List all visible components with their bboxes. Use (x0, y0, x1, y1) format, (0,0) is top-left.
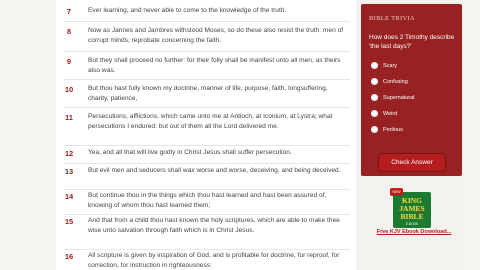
scripture-panel: 7 Ever learning, and never able to come … (56, 0, 356, 270)
verse-number[interactable]: 11 (56, 113, 82, 122)
bible-trivia-widget: BIBLE TRIVIA How does 2 Timothy describe… (361, 4, 462, 176)
option-label: Supernatural (383, 95, 415, 101)
verse-number[interactable]: 16 (56, 252, 82, 261)
book-subtitle: E-BOOK (405, 222, 419, 226)
verse-text: And that from a child thou hast known th… (88, 217, 340, 234)
verse-number[interactable]: 8 (56, 27, 82, 36)
verse-text: But thou hast fully known my doctrine, m… (88, 85, 328, 102)
radio-button[interactable] (371, 126, 378, 133)
option-label: Scary (383, 63, 398, 69)
option-label: Weird (383, 111, 398, 117)
verse-number[interactable]: 15 (56, 217, 82, 226)
verse-divider (64, 145, 350, 146)
right-margin (464, 0, 480, 270)
verse-text: Persecutions, afflictions, which came un… (88, 113, 333, 130)
verse-number[interactable]: 13 (56, 167, 82, 176)
radio-button[interactable] (371, 94, 378, 101)
verse-number[interactable]: 7 (56, 7, 82, 16)
trivia-title: BIBLE TRIVIA (369, 15, 415, 22)
verse-number[interactable]: 14 (56, 192, 82, 201)
verse-divider (64, 107, 350, 108)
verse-number[interactable]: 9 (56, 57, 82, 66)
radio-button[interactable] (371, 62, 378, 69)
new-badge: NEW (390, 188, 403, 196)
verse-text: Now as Jannes and Jambres withstood Mose… (88, 27, 344, 44)
verse-text: But continue thou in the things which th… (88, 192, 327, 209)
verse-text: All scripture is given by inspiration of… (88, 252, 340, 269)
option-label: Confusing (383, 79, 408, 85)
verse-number[interactable]: 10 (56, 85, 82, 94)
verse-text: Yea, and all that will live godly in Chr… (88, 149, 292, 156)
radio-button[interactable] (371, 78, 378, 85)
option-label: Perilous (383, 127, 403, 133)
verse-divider (64, 249, 350, 250)
trivia-question: How does 2 Timothy describe 'the last da… (369, 34, 455, 50)
verse-text: But they shall proceed no further: for t… (88, 57, 341, 74)
book-title-line: BIBLE (400, 212, 424, 221)
free-ebook-link[interactable]: Free KJV Ebook Download... (370, 229, 458, 235)
verse-text: But evil men and seducers shall wax wors… (88, 167, 341, 174)
verse-divider (64, 163, 350, 164)
verse-divider (64, 214, 350, 215)
verse-text: Ever learning, and never able to come to… (88, 7, 287, 14)
verse-divider (64, 189, 350, 190)
left-margin (0, 0, 56, 270)
kjv-ebook-cover[interactable]: NEW KING JAMES BIBLE E-BOOK (390, 188, 431, 228)
check-answer-button[interactable]: Check Answer (379, 154, 445, 171)
verse-divider (64, 79, 350, 80)
radio-button[interactable] (371, 110, 378, 117)
verse-number[interactable]: 12 (56, 149, 82, 158)
verse-divider (64, 51, 350, 52)
verse-divider (64, 21, 350, 22)
